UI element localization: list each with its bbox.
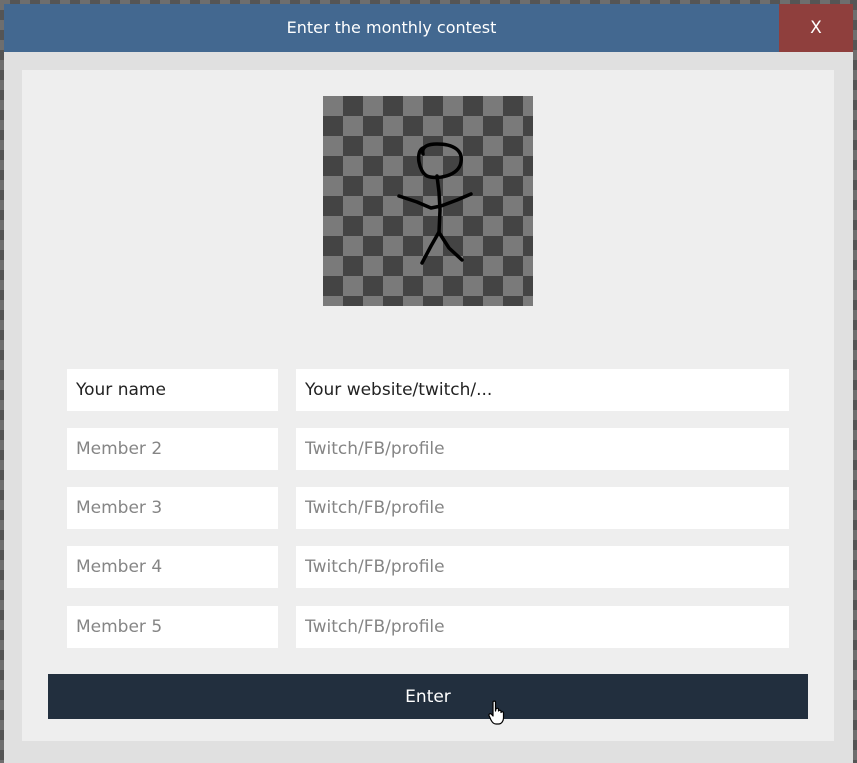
member-4-link-input[interactable] <box>296 546 789 588</box>
dialog-title: Enter the monthly contest <box>286 18 497 37</box>
member-5-link-input[interactable] <box>296 606 789 648</box>
member-2-link-input[interactable] <box>296 428 789 470</box>
member-2-name-input[interactable] <box>67 428 278 470</box>
member-4-name-input[interactable] <box>67 546 278 588</box>
member-1-link-input[interactable] <box>296 369 789 411</box>
member-3-link-input[interactable] <box>296 487 789 529</box>
member-5-name-input[interactable] <box>67 606 278 648</box>
stick-figure-drawing-icon <box>397 142 473 265</box>
close-button[interactable]: X <box>779 4 853 52</box>
drawing-preview <box>323 96 533 306</box>
hand-pointer-cursor-icon <box>488 700 505 725</box>
enter-button[interactable]: Enter <box>48 674 808 719</box>
contest-dialog: Enter the monthly contest X Ente <box>4 4 853 763</box>
dialog-panel: Enter <box>22 70 834 741</box>
dialog-titlebar: Enter the monthly contest X <box>4 4 853 52</box>
member-3-name-input[interactable] <box>67 487 278 529</box>
member-1-name-input[interactable] <box>67 369 278 411</box>
